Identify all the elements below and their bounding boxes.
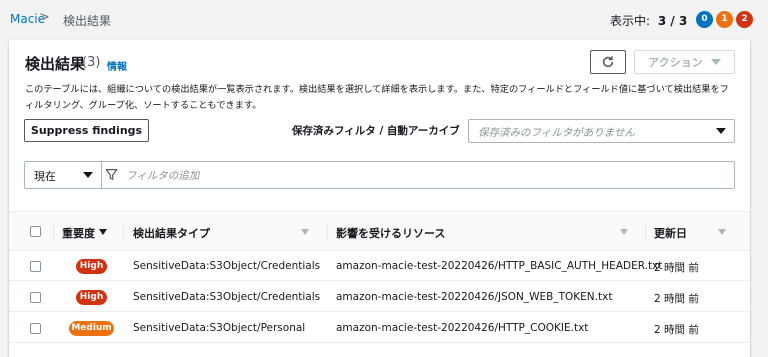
info-link[interactable]: 情報	[107, 58, 127, 73]
column-divider	[123, 222, 124, 242]
finding-type-link[interactable]: SensitiveData:S3Object/Personal	[133, 322, 305, 334]
caret-down-icon	[716, 128, 726, 134]
table-row[interactable]: High SensitiveData:S3Object/Credentials …	[9, 282, 750, 312]
updated-cell: 2 時間 前	[654, 324, 699, 336]
suppress-findings-button[interactable]: Suppress findings	[24, 119, 149, 142]
table-header: 重要度 検出結果タイプ 影響を受けるリソース 更新日	[9, 211, 750, 251]
severity-badge: High	[76, 259, 107, 274]
filter-scope-label: 現在	[34, 170, 56, 183]
table-row[interactable]: Medium SensitiveData:S3Object/Personal a…	[9, 313, 750, 343]
sort-descending-icon[interactable]	[99, 229, 107, 235]
findings-counter: 表示中: 3 / 3	[610, 12, 687, 29]
caret-down-icon	[710, 59, 721, 65]
findings-panel: 検出結果 (3) 情報 アクション このテーブルには、組織についての検出結果が一…	[9, 40, 750, 357]
panel-title: 検出結果	[25, 55, 86, 73]
notification-badge-info[interactable]: 0	[696, 11, 713, 28]
filter-icon	[105, 169, 118, 180]
breadcrumb-current: 検出結果	[63, 14, 112, 28]
actions-label: アクション	[648, 56, 703, 69]
resource-cell: amazon-macie-test-20220426/HTTP_BASIC_AU…	[336, 260, 663, 272]
counter-label: 表示中:	[610, 14, 651, 28]
column-divider	[645, 222, 646, 242]
resource-cell: amazon-macie-test-20220426/JSON_WEB_TOKE…	[336, 291, 613, 303]
updated-cell: 2 時間 前	[654, 262, 699, 274]
updated-cell: 2 時間 前	[654, 293, 699, 305]
filter-bar: 現在 フィルタの追加	[24, 161, 735, 189]
column-header-updated[interactable]: 更新日	[654, 225, 687, 241]
column-header-finding-type[interactable]: 検出結果タイプ	[133, 225, 210, 241]
resource-cell: amazon-macie-test-20220426/HTTP_COOKIE.t…	[336, 322, 589, 334]
sort-icon[interactable]	[718, 229, 726, 235]
notification-badge-error[interactable]: 2	[736, 11, 753, 28]
finding-type-link[interactable]: SensitiveData:S3Object/Credentials	[133, 291, 320, 303]
actions-dropdown-button[interactable]: アクション	[634, 50, 735, 74]
panel-count: (3)	[82, 55, 101, 70]
column-divider	[327, 222, 328, 242]
sort-icon[interactable]	[620, 229, 628, 235]
row-checkbox[interactable]	[30, 323, 41, 334]
column-header-resource[interactable]: 影響を受けるリソース	[336, 225, 445, 241]
row-checkbox[interactable]	[30, 292, 41, 303]
filter-scope-select[interactable]: 現在	[25, 162, 102, 188]
finding-type-link[interactable]: SensitiveData:S3Object/Credentials	[133, 260, 320, 272]
breadcrumb-separator-icon: >	[39, 10, 50, 25]
refresh-icon	[602, 56, 614, 68]
select-all-checkbox[interactable]	[30, 226, 41, 237]
column-header-severity[interactable]: 重要度	[62, 225, 95, 241]
table-row[interactable]: High SensitiveData:S3Object/Credentials …	[9, 251, 750, 281]
counter-value: 3 / 3	[657, 14, 688, 28]
saved-filters-label: 保存済みフィルタ / 自動アーカイブ	[292, 125, 460, 137]
column-divider	[53, 222, 54, 242]
saved-filters-placeholder: 保存済みのフィルタがありません	[478, 127, 635, 139]
saved-filters-select[interactable]: 保存済みのフィルタがありません	[468, 119, 735, 143]
row-checkbox[interactable]	[30, 261, 41, 272]
refresh-button[interactable]	[590, 50, 626, 74]
sort-icon[interactable]	[301, 229, 309, 235]
filter-input[interactable]: フィルタの追加	[126, 168, 199, 183]
severity-badge: Medium	[69, 321, 114, 336]
notification-badge-warning[interactable]: 1	[716, 11, 733, 28]
top-bar: Macie > 検出結果 表示中: 3 / 3 0 1 2	[0, 0, 768, 40]
caret-down-icon	[83, 172, 93, 178]
severity-badge: High	[76, 290, 107, 305]
panel-description: このテーブルには、組織についての検出結果が一覧表示されます。検出結果を選択して詳…	[25, 84, 729, 111]
